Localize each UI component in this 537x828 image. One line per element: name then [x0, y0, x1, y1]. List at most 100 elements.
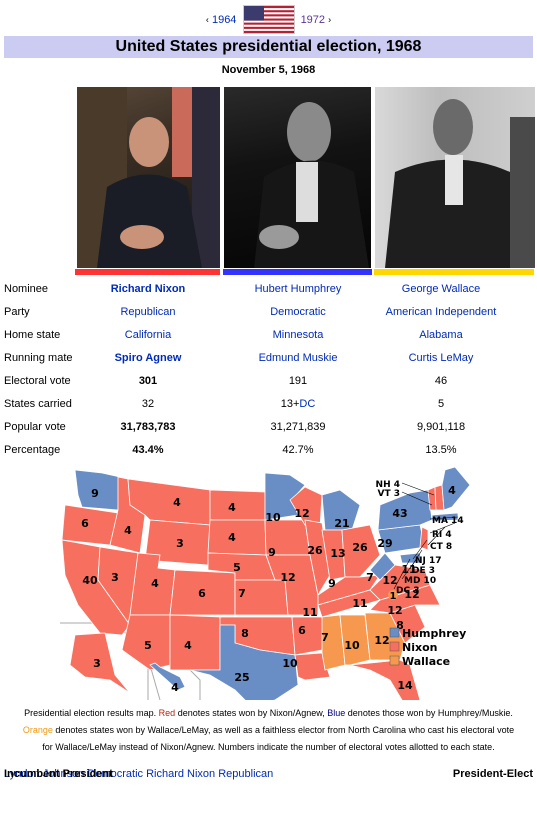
caption-blue: Blue	[327, 708, 346, 718]
next-election-link[interactable]: 1972	[301, 14, 325, 26]
election-date: November 5, 1968	[221, 64, 316, 76]
callout-ct: CT 8	[430, 542, 452, 552]
state-label-ks: 7	[238, 587, 246, 600]
party-democratic-link[interactable]: Democratic	[223, 303, 373, 321]
home-state-minnesota-link[interactable]: Minnesota	[223, 326, 373, 344]
state-label-nc: 12	[387, 604, 402, 617]
popular-vote-humphrey: 31,271,839	[270, 421, 326, 433]
previous-election-link[interactable]: 1964	[212, 14, 236, 26]
row-popular-vote: Popular vote 31,783,783 31,271,839 9,901…	[0, 418, 537, 441]
state-label-wy: 3	[176, 537, 184, 550]
percentage-humphrey: 42.7%	[282, 444, 314, 456]
electoral-vote-humphrey: 191	[288, 375, 308, 387]
electoral-vote-wallace: 46	[434, 375, 448, 387]
row-states-carried: States carried 32 13+DC 5	[0, 395, 537, 418]
state-label-nd: 4	[228, 501, 236, 514]
caption-text: Presidential election results map.	[24, 708, 159, 718]
state-label-al: 10	[344, 639, 360, 652]
callout-vt: VT 3	[378, 489, 401, 499]
legend-label-humphrey: Humphrey	[402, 627, 466, 640]
state-label-ga: 12	[374, 634, 389, 647]
state-label-me: 4	[448, 484, 456, 497]
state-nm[interactable]	[169, 614, 221, 671]
nominee-nixon-link[interactable]: Richard Nixon	[73, 280, 223, 298]
callout-nj: NJ 17	[415, 556, 442, 566]
legend-swatch-nixon	[389, 641, 400, 652]
state-label-sd: 4	[228, 531, 236, 544]
state-nd[interactable]	[209, 489, 266, 521]
president-elect-heading: President-Elect	[452, 768, 533, 780]
state-label-ar: 6	[298, 624, 306, 637]
state-label-ca: 40	[82, 574, 98, 587]
row-label: States carried	[4, 398, 72, 410]
legend-swatch-wallace	[389, 655, 400, 666]
state-label-il: 26	[307, 544, 323, 557]
row-party: Party Republican Democratic American Ind…	[0, 303, 537, 326]
state-sd[interactable]	[207, 519, 267, 556]
states-carried-nixon: 32	[141, 398, 155, 410]
chevron-left-icon: ‹	[205, 14, 209, 25]
percentage-nixon: 43.4%	[132, 444, 164, 456]
callout-md: MD 10	[404, 576, 436, 586]
state-label-wi: 12	[294, 507, 309, 520]
results-table: Nominee Richard Nixon Hubert Humphrey Ge…	[0, 280, 537, 464]
row-home-state: Home state California Minnesota Alabama	[0, 326, 537, 349]
page-title: United States presidential election, 196…	[4, 36, 533, 58]
wallace-portrait[interactable]	[375, 87, 535, 268]
state-label-ny: 43	[392, 507, 407, 520]
us-flag-icon[interactable]	[242, 5, 295, 34]
nominee-humphrey-link[interactable]: Hubert Humphrey	[223, 280, 373, 298]
legend-swatch-humphrey	[389, 627, 400, 638]
running-mate-agnew-link[interactable]: Spiro Agnew	[73, 349, 223, 367]
callout-ri: RI 4	[432, 530, 452, 540]
state-label-mi: 21	[334, 517, 349, 530]
state-label-nm: 4	[184, 639, 192, 652]
home-state-california-link[interactable]: California	[73, 326, 223, 344]
nominee-wallace-link[interactable]: George Wallace	[366, 280, 516, 298]
row-nominee: Nominee Richard Nixon Hubert Humphrey Ge…	[0, 280, 537, 303]
state-me[interactable]	[441, 466, 471, 511]
row-label: Popular vote	[4, 421, 66, 433]
state-label-pa: 29	[377, 537, 392, 550]
state-label-tx: 25	[234, 671, 249, 684]
state-label-in: 13	[330, 547, 345, 560]
president-elect-party-link[interactable]: Republican	[218, 768, 273, 780]
states-carried-wallace: 5	[437, 398, 445, 410]
dc-link[interactable]: DC	[299, 398, 315, 410]
electoral-map[interactable]: 9 6 40 3 4 4 3 4 6 5 4 4 4 5 7 8 25 10 9 12 6 10 12 26 21 13 26 9 11…	[60, 465, 480, 706]
state-label-co: 6	[198, 587, 206, 600]
state-label-wa: 9	[91, 487, 99, 500]
state-label-oh: 26	[352, 541, 368, 554]
state-label-ky: 9	[328, 577, 336, 590]
state-label-tn-east: 11	[352, 597, 367, 610]
row-electoral-vote: Electoral vote 301 191 46	[0, 372, 537, 395]
party-american-independent-link[interactable]: American Independent	[366, 303, 516, 321]
running-mate-muskie-link[interactable]: Edmund Muskie	[223, 349, 373, 367]
state-label-ia: 9	[268, 546, 276, 559]
row-percentage: Percentage 43.4% 42.7% 13.5%	[0, 441, 537, 464]
states-carried-count: 13+	[280, 398, 300, 410]
election-succession-nav: ‹ 1964 1972 ›	[0, 5, 537, 34]
callout-ma: MA 14	[432, 516, 464, 526]
percentage-wallace: 13.5%	[425, 444, 457, 456]
state-or[interactable]	[61, 504, 119, 546]
president-elect-name-link[interactable]: Richard Nixon	[146, 768, 215, 780]
state-label-mn: 10	[265, 511, 281, 524]
home-state-alabama-link[interactable]: Alabama	[366, 326, 516, 344]
running-mate-lemay-link[interactable]: Curtis LeMay	[366, 349, 516, 367]
state-label-tn: 11	[302, 606, 317, 619]
states-carried-humphrey: 13+DC	[223, 395, 373, 413]
row-label: Percentage	[4, 444, 61, 456]
callout-de: DE 3	[412, 566, 435, 576]
row-label: Nominee	[4, 283, 49, 295]
nixon-color-bar	[75, 269, 220, 275]
humphrey-portrait[interactable]	[224, 87, 371, 268]
popular-vote-nixon: 31,783,783	[120, 421, 176, 433]
nixon-portrait[interactable]	[77, 87, 220, 268]
caption-text: denotes states won by Nixon/Agnew,	[175, 708, 328, 718]
electoral-vote-nixon: 301	[138, 375, 158, 387]
state-label-ms: 7	[321, 631, 329, 644]
legend-label-nixon: Nixon	[402, 641, 437, 654]
state-ar[interactable]	[291, 616, 326, 656]
party-republican-link[interactable]: Republican	[73, 303, 223, 321]
